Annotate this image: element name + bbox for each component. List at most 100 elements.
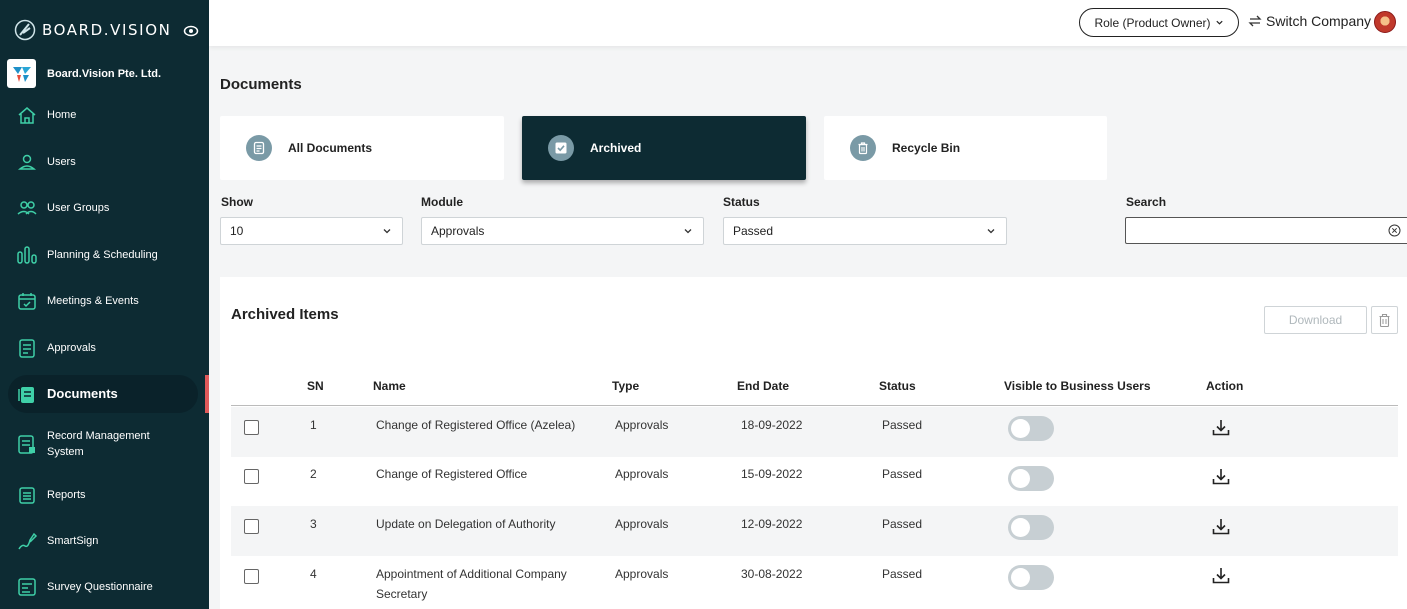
sidebar-item-smartsign[interactable]: SmartSign <box>8 522 198 560</box>
row-end-date: 12-09-2022 <box>741 517 803 531</box>
sidebar-item-label: Meetings & Events <box>47 295 139 307</box>
tab-recycle-bin[interactable]: Recycle Bin <box>824 116 1107 180</box>
row-status: Passed <box>882 517 923 531</box>
row-name: Change of Registered Office (Azelea) <box>376 418 576 432</box>
sidebar-item-home[interactable]: Home <box>8 96 198 134</box>
row-type: Approvals <box>615 418 669 432</box>
survey-icon <box>18 578 36 596</box>
trash-icon <box>850 135 876 161</box>
approval-document-icon <box>19 339 35 358</box>
module-select[interactable]: Approvals <box>421 217 704 245</box>
row-end-date: 18-09-2022 <box>741 418 803 432</box>
column-header-action: Action <box>1206 379 1244 393</box>
sidebar-item-approvals[interactable]: Approvals <box>8 329 198 367</box>
visibility-toggle[interactable] <box>1008 515 1054 540</box>
show-label: Show <box>221 195 253 209</box>
company-logo-icon <box>7 59 36 88</box>
row-checkbox[interactable] <box>244 420 259 435</box>
sidebar-item-label: User Groups <box>47 202 110 214</box>
user-icon <box>17 154 37 170</box>
row-checkbox[interactable] <box>244 469 259 484</box>
search-label: Search <box>1126 195 1167 209</box>
column-header-status: Status <box>879 379 916 393</box>
sidebar-item-label: Survey Questionnaire <box>47 581 153 593</box>
download-icon[interactable] <box>1211 517 1231 537</box>
sidebar-item-label: Users <box>47 156 76 168</box>
module-label: Module <box>421 195 463 209</box>
trash-icon <box>1379 313 1390 327</box>
download-icon[interactable] <box>1211 566 1231 586</box>
sidebar: BOARD.VISION Board.Vision Pte. Ltd. Home… <box>0 0 209 609</box>
download-button[interactable]: Download <box>1264 306 1367 334</box>
sidebar-item-label: Reports <box>47 489 86 501</box>
company-switcher[interactable]: Board.Vision Pte. Ltd. <box>7 59 161 88</box>
column-header-sn: SN <box>307 379 324 393</box>
sidebar-item-label: Approvals <box>47 342 96 354</box>
sidebar-item-label: Planning & Scheduling <box>47 249 158 261</box>
status-select[interactable]: Passed <box>723 217 1007 245</box>
show-select[interactable]: 10 <box>220 217 403 245</box>
search-input[interactable] <box>1125 217 1407 244</box>
row-sn: 4 <box>310 567 317 581</box>
row-name: Change of Registered Office <box>376 467 528 481</box>
row-sn: 1 <box>310 418 317 432</box>
column-header-type: Type <box>612 379 640 393</box>
visibility-toggle[interactable] <box>1008 565 1054 590</box>
row-type: Approvals <box>615 517 669 531</box>
switch-company-button[interactable]: Switch Company <box>1248 13 1371 29</box>
row-type: Approvals <box>615 467 669 481</box>
calendar-icon <box>18 293 36 310</box>
download-icon[interactable] <box>1211 467 1231 487</box>
active-indicator <box>205 375 209 413</box>
row-checkbox[interactable] <box>244 569 259 584</box>
sidebar-item-users[interactable]: Users <box>8 143 198 181</box>
sidebar-item-survey[interactable]: Survey Questionnaire <box>8 568 198 606</box>
status-label: Status <box>723 195 760 209</box>
tab-label: Recycle Bin <box>892 141 961 155</box>
visibility-toggle[interactable] <box>1008 416 1054 441</box>
tab-label: Archived <box>590 141 642 155</box>
sidebar-item-planning[interactable]: Planning & Scheduling <box>8 236 198 274</box>
swap-icon <box>1248 15 1262 27</box>
role-label: Role (Product Owner) <box>1094 15 1211 30</box>
bar-chart-icon <box>17 246 37 264</box>
checkbox-icon <box>548 135 574 161</box>
sidebar-item-reports[interactable]: Reports <box>8 476 198 514</box>
avatar[interactable] <box>1374 11 1396 33</box>
sidebar-item-label: Home <box>47 109 77 121</box>
chevron-down-icon <box>383 229 391 234</box>
visibility-toggle[interactable] <box>1008 466 1054 491</box>
delete-button[interactable] <box>1371 306 1398 334</box>
sidebar-item-meetings[interactable]: Meetings & Events <box>8 282 198 320</box>
sidebar-item-record-management[interactable]: Record Management System <box>8 425 198 463</box>
tab-label: All Documents <box>288 141 373 155</box>
row-status: Passed <box>882 567 923 581</box>
record-management-icon <box>18 435 35 454</box>
row-type: Approvals <box>615 567 669 581</box>
brand[interactable]: BOARD.VISION <box>14 19 171 41</box>
home-icon <box>18 107 36 124</box>
column-header-end-date: End Date <box>737 379 790 393</box>
row-sn: 3 <box>310 517 317 531</box>
tab-all-documents[interactable]: All Documents <box>220 116 504 180</box>
sidebar-item-label: SmartSign <box>47 535 99 547</box>
reports-icon <box>19 487 35 504</box>
row-checkbox[interactable] <box>244 519 259 534</box>
top-bar: Role (Product Owner) Switch Company <box>209 0 1407 46</box>
eye-toggle-icon[interactable] <box>183 25 199 37</box>
download-icon[interactable] <box>1211 418 1231 438</box>
sidebar-item-documents[interactable]: Documents <box>8 375 198 413</box>
pen-sign-icon <box>18 532 38 550</box>
row-name: Appointment of Additional Company Secret… <box>376 567 567 601</box>
documents-icon <box>18 387 34 403</box>
user-groups-icon <box>17 201 37 215</box>
module-value: Approvals <box>431 224 485 238</box>
sidebar-item-user-groups[interactable]: User Groups <box>8 189 198 227</box>
table-header-divider <box>231 405 1398 406</box>
role-dropdown[interactable]: Role (Product Owner) <box>1079 8 1239 37</box>
tab-archived[interactable]: Archived <box>522 116 806 180</box>
chevron-down-icon <box>1215 20 1223 25</box>
chevron-down-icon <box>684 229 692 234</box>
clear-icon[interactable] <box>1388 224 1401 237</box>
row-end-date: 30-08-2022 <box>741 567 803 581</box>
